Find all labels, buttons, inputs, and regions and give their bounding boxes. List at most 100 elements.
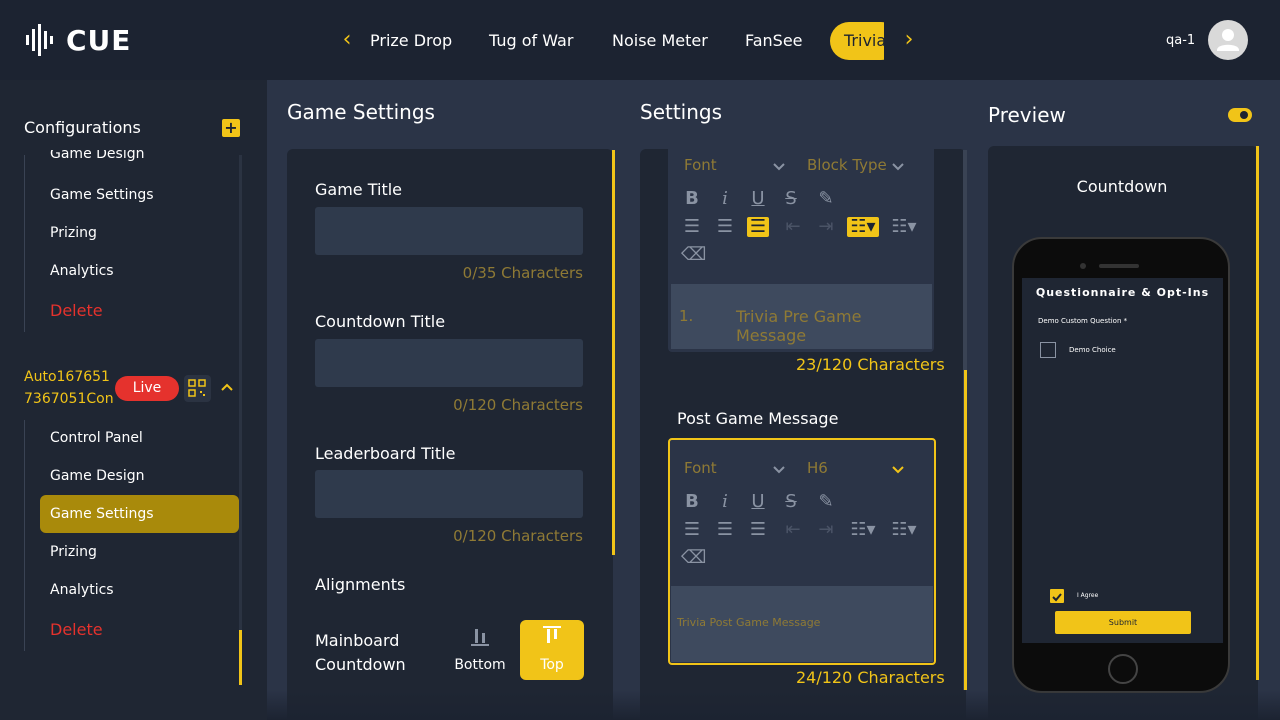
align-left-icon[interactable]: ☰ bbox=[681, 217, 703, 237]
countdown-title-label: Countdown Title bbox=[315, 312, 446, 331]
chevron-right-icon[interactable]: › bbox=[899, 28, 919, 52]
unordered-list-icon[interactable]: ☷▾ bbox=[888, 520, 920, 540]
ordered-list-icon[interactable]: ☷▾ bbox=[847, 217, 879, 237]
leaderboard-title-label: Leaderboard Title bbox=[315, 444, 456, 463]
chevron-down-icon[interactable] bbox=[772, 465, 786, 475]
align-left-icon[interactable]: ☰ bbox=[681, 520, 703, 540]
preview-toggle[interactable] bbox=[1228, 108, 1252, 122]
sidebar-item-delete[interactable]: Delete bbox=[50, 620, 103, 639]
clear-format-icon[interactable]: ⌫ bbox=[681, 548, 706, 568]
italic-icon[interactable]: i bbox=[714, 492, 736, 512]
preview-subtitle: Countdown bbox=[1076, 177, 1168, 196]
sidebar-item-analytics[interactable]: Analytics bbox=[50, 263, 114, 279]
chevron-down-icon[interactable] bbox=[891, 465, 905, 475]
chevron-up-icon[interactable] bbox=[218, 378, 236, 396]
highlight-icon[interactable]: ✎ bbox=[815, 492, 837, 512]
font-select-label[interactable]: Font bbox=[684, 156, 717, 174]
align-top-icon bbox=[543, 626, 561, 643]
align-bottom-button[interactable]: Bottom bbox=[448, 620, 512, 680]
sidebar-scrollbar-track[interactable] bbox=[239, 155, 242, 685]
alignments-label: Alignments bbox=[315, 575, 406, 594]
phone-heading: Questionnaire & Opt-Ins bbox=[1035, 286, 1210, 299]
tab-trivia[interactable]: Trivia bbox=[830, 22, 884, 60]
tab-prize-drop[interactable]: Prize Drop bbox=[370, 22, 452, 60]
strikethrough-icon[interactable]: S bbox=[780, 189, 802, 209]
post-game-message-text: Trivia Post Game Message bbox=[677, 616, 821, 629]
sidebar-item-delete[interactable]: Delete bbox=[50, 301, 103, 320]
settings-title: Settings bbox=[640, 100, 723, 124]
add-configuration-button[interactable]: + bbox=[222, 119, 240, 137]
sidebar-item-label: Game Design bbox=[50, 150, 145, 162]
preview-scrollbar[interactable] bbox=[1256, 146, 1259, 680]
countdown-title-input[interactable] bbox=[315, 339, 583, 387]
sidebar-item-game-settings[interactable]: Game Settings bbox=[50, 187, 154, 203]
align-top-button[interactable]: Top bbox=[520, 620, 584, 680]
phone-choice-label: Demo Choice bbox=[1069, 346, 1116, 354]
unordered-list-icon[interactable]: ☷▾ bbox=[888, 217, 920, 237]
underline-icon[interactable]: U bbox=[747, 492, 769, 512]
sidebar-divider bbox=[24, 420, 25, 651]
bold-icon[interactable]: B bbox=[681, 189, 703, 209]
indent-icon[interactable]: ⇥ bbox=[815, 217, 837, 237]
ordered-list-icon[interactable]: ☷▾ bbox=[847, 520, 879, 540]
sidebar-item-game-design[interactable]: Game Design bbox=[50, 150, 144, 164]
sidebar-item-prizing[interactable]: Prizing bbox=[50, 544, 97, 560]
sidebar-header: Configurations bbox=[24, 118, 141, 137]
sidebar-scrollbar-thumb[interactable] bbox=[239, 630, 242, 685]
pre-game-message-editor[interactable]: 1. Trivia Pre Game Message bbox=[671, 284, 932, 349]
phone-choice-checkbox[interactable] bbox=[1040, 342, 1056, 358]
indent-icon[interactable]: ⇥ bbox=[815, 520, 837, 540]
phone-submit-button[interactable]: Submit bbox=[1055, 611, 1191, 634]
post-game-message-label: Post Game Message bbox=[677, 409, 839, 428]
bold-icon[interactable]: B bbox=[681, 492, 703, 512]
sidebar-item-game-settings-selected[interactable]: Game Settings bbox=[40, 495, 239, 533]
sidebar-divider bbox=[24, 155, 25, 332]
game-settings-scrollbar[interactable] bbox=[612, 150, 615, 555]
sidebar-item-analytics[interactable]: Analytics bbox=[50, 582, 114, 598]
sidebar-item-prizing[interactable]: Prizing bbox=[50, 225, 97, 241]
align-right-icon[interactable]: ☰ bbox=[747, 217, 769, 237]
brand-logo[interactable]: CUE bbox=[24, 22, 131, 58]
tab-tug-of-war[interactable]: Tug of War bbox=[489, 22, 573, 60]
clear-format-icon[interactable]: ⌫ bbox=[681, 245, 706, 265]
waveform-icon bbox=[26, 24, 53, 56]
event-name[interactable]: Auto167651 7367051Con bbox=[24, 366, 114, 410]
leaderboard-title-input[interactable] bbox=[315, 470, 583, 518]
chevron-left-icon[interactable]: ‹ bbox=[337, 28, 357, 52]
brand-name: CUE bbox=[66, 23, 132, 57]
post-game-char-count: 24/120 Characters bbox=[796, 668, 945, 687]
phone-speaker bbox=[1099, 264, 1139, 268]
outdent-icon[interactable]: ⇤ bbox=[782, 217, 804, 237]
list-number: 1. bbox=[679, 307, 694, 325]
chevron-down-icon[interactable] bbox=[772, 162, 786, 172]
user-icon bbox=[1217, 29, 1239, 51]
tab-fansee[interactable]: FanSee bbox=[745, 22, 803, 60]
avatar[interactable] bbox=[1208, 20, 1248, 60]
game-title-label: Game Title bbox=[315, 180, 403, 199]
align-center-icon[interactable]: ☰ bbox=[714, 520, 736, 540]
settings-scrollbar-thumb[interactable] bbox=[964, 370, 967, 690]
phone-agree-checkbox[interactable] bbox=[1050, 589, 1064, 603]
strikethrough-icon[interactable]: S bbox=[780, 492, 802, 512]
live-status-badge[interactable]: Live bbox=[115, 376, 179, 401]
align-bottom-label: Bottom bbox=[454, 657, 506, 673]
tab-noise-meter[interactable]: Noise Meter bbox=[612, 22, 708, 60]
game-settings-title: Game Settings bbox=[287, 100, 435, 124]
sidebar-item-control-panel[interactable]: Control Panel bbox=[50, 430, 143, 446]
outdent-icon[interactable]: ⇤ bbox=[782, 520, 804, 540]
block-type-select-label[interactable]: H6 bbox=[807, 459, 828, 477]
underline-icon[interactable]: U bbox=[747, 189, 769, 209]
font-select-label[interactable]: Font bbox=[684, 459, 717, 477]
post-game-message-editor[interactable]: Trivia Post Game Message bbox=[671, 586, 933, 662]
qr-code-icon[interactable] bbox=[184, 375, 211, 402]
phone-screen: Questionnaire & Opt-Ins Demo Custom Ques… bbox=[1022, 278, 1223, 643]
plus-icon: + bbox=[224, 118, 238, 137]
highlight-icon[interactable]: ✎ bbox=[815, 189, 837, 209]
align-center-icon[interactable]: ☰ bbox=[714, 217, 736, 237]
block-type-select-label[interactable]: Block Type bbox=[807, 156, 887, 174]
sidebar-item-game-design[interactable]: Game Design bbox=[50, 468, 144, 484]
game-title-input[interactable] bbox=[315, 207, 583, 255]
italic-icon[interactable]: i bbox=[714, 189, 736, 209]
chevron-down-icon[interactable] bbox=[891, 162, 905, 172]
align-right-icon[interactable]: ☰ bbox=[747, 520, 769, 540]
